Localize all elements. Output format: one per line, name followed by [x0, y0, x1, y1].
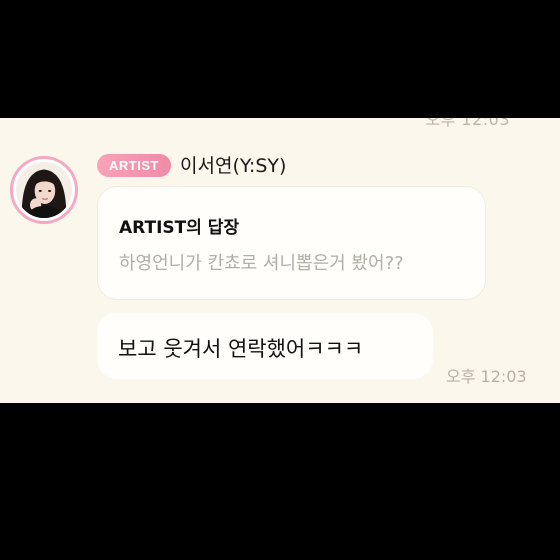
reply-bubble[interactable]: ARTIST의 답장 하영언니가 칸쵸로 셔니뽑은거 봤어?? [97, 186, 486, 300]
artist-badge: ARTIST [97, 154, 171, 177]
avatar-image [13, 159, 75, 221]
message-bubble[interactable]: 보고 웃겨서 연락했어ㅋㅋㅋ [97, 313, 433, 379]
avatar-photo [16, 162, 72, 218]
sender-name[interactable]: 이서연(Y:SY) [180, 151, 286, 178]
quoted-message: 하영언니가 칸쵸로 셔니뽑은거 봤어?? [119, 253, 404, 274]
message-text: 보고 웃겨서 연락했어ㅋㅋㅋ [118, 337, 364, 361]
avatar[interactable] [10, 156, 78, 224]
chat-area: 오후 12:03 ARTIST 이서연(Y:SY) ARTIST의 답장 하영언… [0, 118, 560, 403]
reply-title: ARTIST의 답장 [119, 218, 240, 238]
previous-message-time: 오후 12:03 [425, 118, 510, 129]
message-time: 오후 12:03 [446, 367, 527, 386]
